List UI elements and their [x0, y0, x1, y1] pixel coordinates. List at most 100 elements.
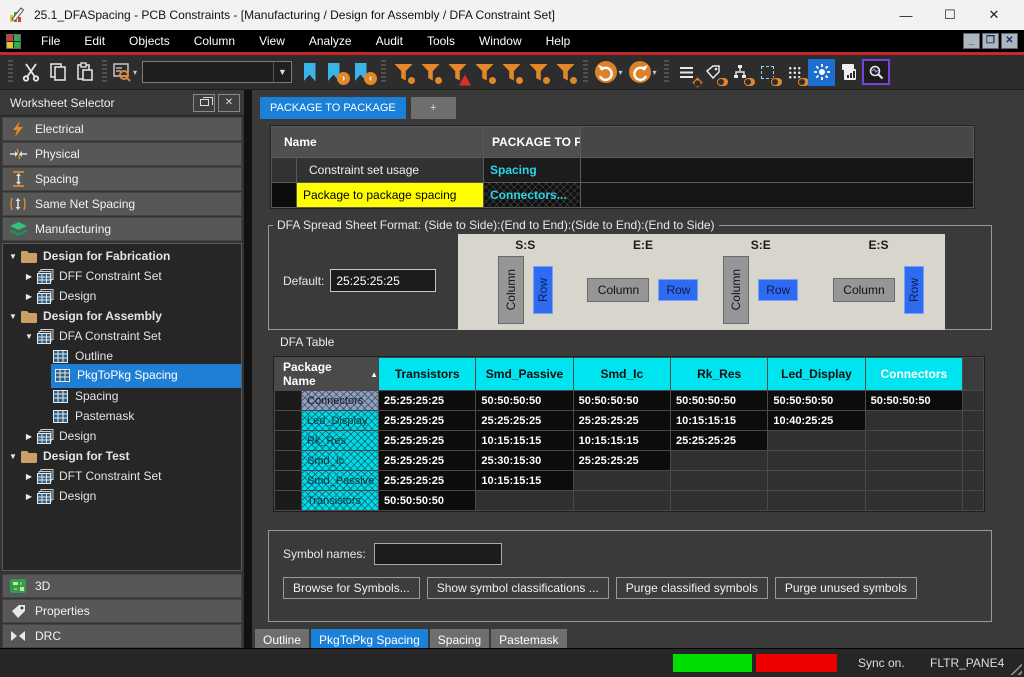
bookmark-icon[interactable] [296, 59, 323, 86]
dfa-cell[interactable] [768, 471, 864, 490]
highlight-on-icon[interactable] [808, 59, 835, 86]
dfa-cell[interactable]: 25:25:25:25 [379, 451, 475, 470]
bookmark-previous-icon[interactable]: ‹ [350, 59, 377, 86]
filter-alert-icon[interactable] [444, 59, 471, 86]
dfa-cell[interactable]: 50:50:50:50 [476, 391, 572, 410]
usage-row-value[interactable]: Connectors... [484, 183, 580, 207]
expand-arrow-icon[interactable]: ▶ [23, 272, 35, 281]
close-panel-icon[interactable]: ✕ [218, 94, 240, 112]
dfa-cell[interactable] [768, 451, 864, 470]
symbol-names-input[interactable] [374, 543, 502, 565]
default-format-input[interactable] [330, 269, 436, 292]
filter-settings-icon[interactable] [498, 59, 525, 86]
filter-refresh-icon[interactable] [471, 59, 498, 86]
dfa-cell[interactable] [671, 451, 767, 470]
usage-header-value[interactable]: PACKAGE TO PACI [484, 127, 580, 157]
menu-audit[interactable]: Audit [364, 30, 415, 52]
dfa-cell[interactable] [476, 491, 572, 510]
expand-arrow-icon[interactable]: ▼ [7, 452, 19, 461]
resize-grip-icon[interactable] [1009, 662, 1022, 675]
dfa-row-smd-passive[interactable]: Smd_Passive [302, 471, 378, 490]
menu-analyze[interactable]: Analyze [297, 30, 364, 52]
dfa-header-led-display[interactable]: Led_Display [768, 358, 864, 390]
dfa-cell[interactable]: 10:15:15:15 [476, 471, 572, 490]
dfa-cell[interactable]: 25:25:25:25 [379, 431, 475, 450]
tree-item-pkgtopkg-spacing[interactable]: PkgToPkg Spacing [3, 366, 241, 386]
tree-item-design-for-test[interactable]: ▼Design for Test [3, 446, 241, 466]
expand-arrow-icon[interactable]: ▼ [7, 252, 19, 261]
mdi-close-icon[interactable]: ✕ [1001, 33, 1018, 49]
dfa-cell[interactable] [671, 491, 767, 510]
tree-item-dfa-constraint-set[interactable]: ▼DFA Constraint Set [3, 326, 241, 346]
report-icon[interactable] [835, 59, 862, 86]
dfa-cell[interactable]: 25:25:25:25 [379, 411, 475, 430]
column-order-box[interactable]: Column [833, 278, 895, 302]
filter-rows-icon[interactable] [525, 59, 552, 86]
find-schematic-icon[interactable]: ▾ [111, 59, 138, 86]
dfa-row-handle[interactable] [275, 431, 301, 450]
purge-classified-symbols-button[interactable]: Purge classified symbols [616, 577, 768, 599]
tab-package-to-package[interactable]: PACKAGE TO PACKAGE [260, 97, 406, 119]
add-tab-button[interactable]: + [411, 97, 456, 119]
bottom-tab-pkgtopkg-spacing[interactable]: PkgToPkg Spacing [311, 629, 428, 650]
dfa-header-rk-res[interactable]: Rk_Res [671, 358, 767, 390]
dfa-cell[interactable] [866, 471, 962, 490]
tag-mode-icon[interactable] [700, 59, 727, 86]
tree-item-dft-constraint-set[interactable]: ▶DFT Constraint Set [3, 466, 241, 486]
dfa-header-package-name[interactable]: Package Name▲ [275, 358, 378, 390]
tree-item-design[interactable]: ▶Design [3, 486, 241, 506]
bottom-tab-pastemask[interactable]: Pastemask [491, 629, 566, 650]
row-handle[interactable] [272, 158, 296, 182]
expand-arrow-icon[interactable]: ▶ [23, 492, 35, 501]
dfa-cell[interactable] [866, 431, 962, 450]
chevron-down-icon[interactable]: ▼ [273, 62, 291, 82]
dfa-header-smd-ic[interactable]: Smd_Ic [574, 358, 670, 390]
filter-columns-icon[interactable] [552, 59, 579, 86]
dfa-cell[interactable]: 25:25:25:25 [574, 411, 670, 430]
dfa-cell[interactable] [574, 471, 670, 490]
menu-edit[interactable]: Edit [72, 30, 117, 52]
tree-item-pastemask[interactable]: Pastemask [3, 406, 241, 426]
search-combobox[interactable]: ▼ [142, 61, 292, 83]
net-mode-icon[interactable] [727, 59, 754, 86]
copy-icon[interactable] [44, 59, 71, 86]
filter-pick-icon[interactable] [390, 59, 417, 86]
row-order-box[interactable]: Row [758, 279, 798, 301]
selection-mode-icon[interactable] [754, 59, 781, 86]
dfa-cell[interactable]: 50:50:50:50 [574, 391, 670, 410]
dfa-cell[interactable]: 25:25:25:25 [671, 431, 767, 450]
bookmark-next-icon[interactable]: › [323, 59, 350, 86]
sidebar-item-same-net-spacing[interactable]: Same Net Spacing [2, 192, 242, 216]
dfa-cell[interactable]: 50:50:50:50 [866, 391, 962, 410]
dfa-row-handle[interactable] [275, 471, 301, 490]
usage-row-value[interactable]: Spacing [484, 158, 580, 182]
browse-for-symbols-button[interactable]: Browse for Symbols... [283, 577, 420, 599]
menu-column[interactable]: Column [182, 30, 247, 52]
undo-icon[interactable]: ▾ [592, 59, 626, 86]
tree-item-dff-constraint-set[interactable]: ▶DFF Constraint Set [3, 266, 241, 286]
dfa-cell[interactable]: 50:50:50:50 [768, 391, 864, 410]
tree-item-design-for-assembly[interactable]: ▼Design for Assembly [3, 306, 241, 326]
panel-divider[interactable] [244, 90, 252, 648]
float-panel-icon[interactable] [193, 94, 215, 112]
dfa-cell[interactable] [768, 431, 864, 450]
dfa-row-smd-ic[interactable]: Smd_Ic [302, 451, 378, 470]
toolbar-grip[interactable] [8, 60, 13, 84]
dfa-header-smd-passive[interactable]: Smd_Passive [476, 358, 572, 390]
menu-window[interactable]: Window [467, 30, 534, 52]
row-order-box[interactable]: Row [904, 266, 924, 314]
dfa-cell[interactable] [866, 491, 962, 510]
purge-unused-symbols-button[interactable]: Purge unused symbols [775, 577, 917, 599]
row-order-box[interactable]: Row [533, 266, 553, 314]
column-order-box[interactable]: Column [723, 256, 749, 324]
dfa-cell[interactable]: 25:25:25:25 [476, 411, 572, 430]
toolbar-grip[interactable] [102, 60, 107, 84]
usage-row-label-highlighted[interactable]: Package to package spacing [297, 183, 483, 207]
dfa-row-handle[interactable] [275, 411, 301, 430]
row-handle-current[interactable] [272, 183, 296, 207]
dfa-row-handle[interactable] [275, 491, 301, 510]
expand-arrow-icon[interactable]: ▶ [23, 292, 35, 301]
minimize-icon[interactable]: — [884, 1, 928, 29]
usage-header-name[interactable]: Name [272, 127, 483, 157]
menu-file[interactable]: File [29, 30, 72, 52]
